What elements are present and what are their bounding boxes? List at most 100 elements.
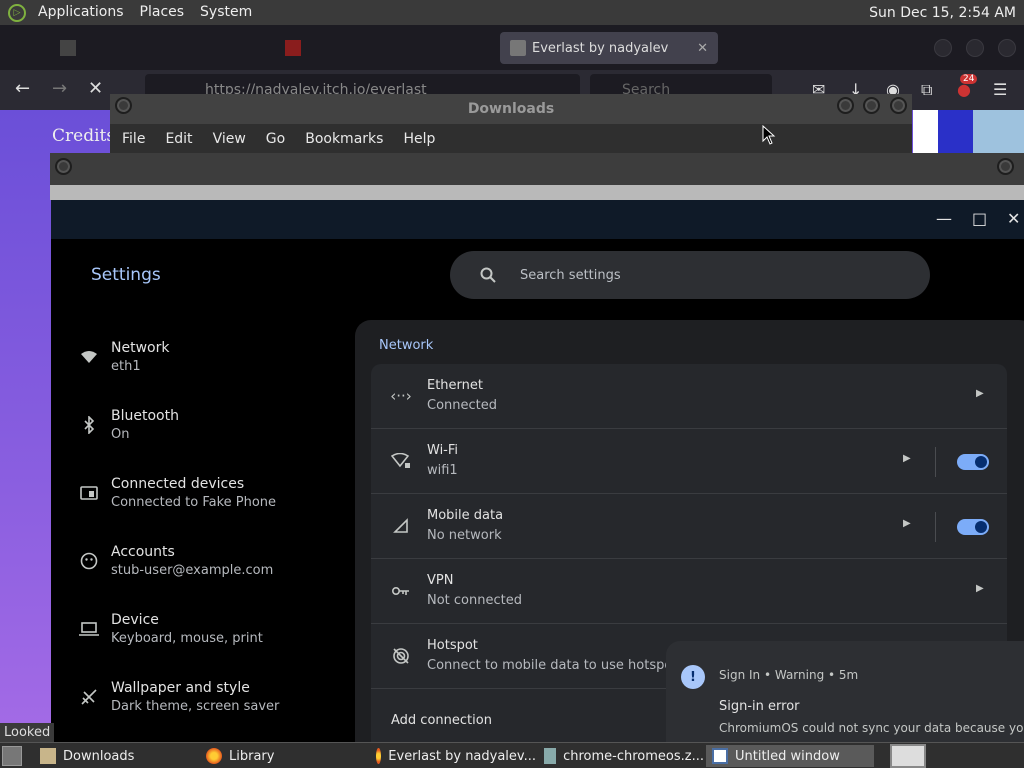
downloads-close-button[interactable] [890, 97, 907, 114]
menu-bookmarks[interactable]: Bookmarks [295, 131, 393, 147]
firefox-maximize-button[interactable] [966, 39, 984, 57]
maximize-icon[interactable]: □ [972, 209, 987, 228]
taskbar-item-label: Downloads [63, 748, 135, 764]
downloads-maximize-button[interactable] [863, 97, 880, 114]
devices-icon [79, 483, 99, 503]
taskbar-item-label: Untitled window [735, 748, 840, 764]
network-row-status: wifi1 [427, 463, 458, 478]
untitled-window-menu-button[interactable] [55, 158, 72, 175]
sidebar-item-sublabel: Connected to Fake Phone [111, 495, 277, 510]
downloads-minimize-button[interactable] [837, 97, 854, 114]
network-row-ethernet[interactable]: ‹··› Ethernet Connected ▶ [371, 364, 1007, 429]
sidebar-item-sublabel: Dark theme, screen saver [111, 699, 280, 714]
sidebar-item-label: Bluetooth [111, 408, 179, 424]
menu-go[interactable]: Go [256, 131, 295, 147]
notification-age: 5m [838, 668, 859, 682]
taskbar-item-label: chrome-chromeos.z... [563, 748, 704, 764]
network-row-label: Hotspot [427, 638, 478, 653]
firefox-close-button[interactable] [998, 39, 1016, 57]
downloads-window-menu-button[interactable] [115, 97, 132, 114]
taskbar-item-everlast[interactable]: Everlast by nadyalev... [370, 745, 536, 767]
itch-favicon-icon [510, 40, 526, 56]
sidebar-item-connected-devices[interactable]: Connected devices Connected to Fake Phone [79, 467, 359, 519]
clock[interactable]: Sun Dec 15, 2:54 AM [869, 5, 1024, 21]
applications-logo-icon[interactable]: ▷ [8, 3, 26, 22]
sidebar-item-label: Device [111, 612, 159, 628]
toggle-knob [975, 521, 987, 533]
sidebar-item-sublabel: eth1 [111, 359, 141, 374]
desktop: ▷ Applications Places System Sun Dec 15,… [0, 0, 1024, 768]
warning-icon: ! [681, 665, 705, 689]
sidebar-item-wallpaper[interactable]: Wallpaper and style Dark theme, screen sa… [79, 671, 359, 723]
firefox-tab-strip: Everlast by nadyalev ✕ [0, 25, 1024, 70]
stop-loading-icon[interactable]: ✕ [88, 78, 103, 99]
untitled-window-close-button[interactable] [997, 158, 1014, 175]
ethernet-icon: ‹··› [390, 387, 412, 405]
taskbar-item-untitled[interactable]: Untitled window [706, 745, 874, 767]
ublock-badge: 24 [960, 74, 978, 84]
settings-titlebar: — □ ✕ [51, 200, 1024, 239]
mobile-data-toggle[interactable] [957, 519, 989, 535]
add-connection-button[interactable]: Add connection [391, 713, 492, 728]
sidebar-item-label: Network [111, 340, 170, 356]
untitled-window-titlebar[interactable] [50, 153, 1024, 185]
chevron-right-icon: ▶ [976, 583, 984, 594]
sidebar-item-network[interactable]: Network eth1 [79, 331, 359, 383]
network-row-label: Ethernet [427, 378, 483, 393]
forward-arrow-icon[interactable]: → [52, 78, 67, 99]
close-tab-icon[interactable]: ✕ [697, 41, 708, 56]
system-menu[interactable]: System [192, 0, 260, 25]
firefox-tab-2[interactable] [275, 32, 495, 64]
taskbar-item-chrome[interactable]: chrome-chromeos.z... [538, 745, 704, 767]
account-icon [79, 551, 99, 571]
firefox-tab-1[interactable] [50, 32, 270, 64]
firefox-minimize-button[interactable] [934, 39, 952, 57]
downloads-menubar: File Edit View Go Bookmarks Help [110, 124, 912, 154]
extensions-icon[interactable]: ⧉ [921, 80, 932, 100]
workspace-switcher[interactable] [890, 744, 926, 768]
palette-icon [79, 687, 99, 707]
network-row-vpn[interactable]: VPN Not connected ▶ [371, 559, 1007, 624]
close-icon[interactable]: ✕ [1007, 209, 1020, 228]
show-desktop-button[interactable] [2, 746, 22, 766]
folder-icon [40, 748, 56, 764]
wifi-toggle[interactable] [957, 454, 989, 470]
places-menu[interactable]: Places [132, 0, 193, 25]
wifi-icon [79, 347, 99, 367]
applications-menu[interactable]: Applications [30, 0, 132, 25]
notification-body: ChromiumOS could not sync your data beca… [719, 721, 1024, 735]
sign-in-notification[interactable]: ! Sign In • Warning • 5m Sign-in error C… [666, 641, 1024, 751]
menu-view[interactable]: View [203, 131, 256, 147]
toggle-knob [975, 456, 987, 468]
downloads-window-title: Downloads [467, 101, 555, 117]
sidebar-item-sublabel: stub-user@example.com [111, 563, 274, 578]
network-row-mobile-data[interactable]: Mobile data No network ▶ [371, 494, 1007, 559]
menu-help[interactable]: Help [393, 131, 445, 147]
window-icon [712, 748, 728, 764]
settings-search-placeholder: Search settings [520, 267, 621, 283]
search-icon [480, 267, 496, 283]
firefox-tab-active[interactable]: Everlast by nadyalev ✕ [500, 32, 718, 64]
minimize-icon[interactable]: — [936, 209, 952, 228]
cellular-icon [391, 516, 411, 536]
taskbar-item-downloads[interactable]: Downloads [34, 745, 194, 767]
taskbar-item-label: Library [229, 748, 275, 764]
sidebar-item-bluetooth[interactable]: Bluetooth On [79, 399, 359, 451]
wifi-lock-icon [391, 451, 411, 471]
notification-level: Warning [774, 668, 825, 682]
downloads-window-titlebar[interactable]: Downloads [110, 94, 912, 124]
network-row-wifi[interactable]: Wi-Fi wifi1 ▶ [371, 429, 1007, 494]
hamburger-menu-icon[interactable]: ☰ [993, 80, 1007, 99]
sidebar-item-device[interactable]: Device Keyboard, mouse, print [79, 603, 359, 655]
menu-edit[interactable]: Edit [155, 131, 202, 147]
terminal-icon [544, 748, 557, 764]
taskbar: Downloads Library Everlast by nadyalev..… [0, 742, 1024, 768]
top-panel: ▷ Applications Places System Sun Dec 15,… [0, 0, 1024, 25]
taskbar-item-library[interactable]: Library [200, 745, 365, 767]
sidebar-item-accounts[interactable]: Accounts stub-user@example.com [79, 535, 359, 587]
menu-file[interactable]: File [110, 131, 155, 147]
firefox-icon [206, 748, 222, 764]
row-divider [935, 447, 936, 477]
settings-search-input[interactable]: Search settings [450, 251, 930, 299]
back-arrow-icon[interactable]: ← [15, 78, 30, 99]
